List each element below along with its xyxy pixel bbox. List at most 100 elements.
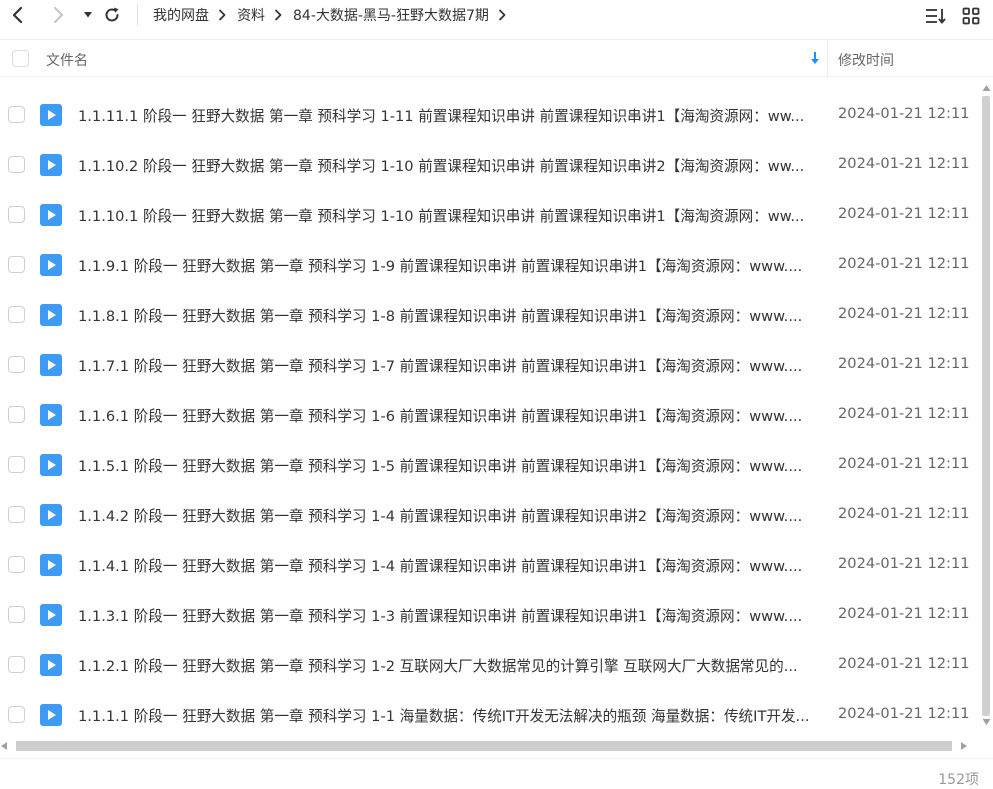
file-row[interactable]: 1.1.8.1 阶段一 狂野大数据 第一章 预科学习 1-8 前置课程知识串讲 … [0, 290, 980, 340]
grid-icon [962, 7, 980, 25]
scroll-left-arrow-icon[interactable] [0, 741, 8, 751]
video-file-icon [40, 204, 62, 226]
vertical-scroll-thumb[interactable] [982, 96, 990, 716]
file-name[interactable]: 1.1.6.1 阶段一 狂野大数据 第一章 预科学习 1-6 前置课程知识串讲 … [78, 405, 818, 426]
row-checkbox[interactable] [8, 456, 25, 473]
file-modified-time: 2024-01-21 12:11 [838, 255, 970, 272]
video-file-icon [40, 304, 62, 326]
file-name[interactable]: 1.1.1.1 阶段一 狂野大数据 第一章 预科学习 1-1 海量数据：传统IT… [78, 705, 818, 726]
row-checkbox[interactable] [8, 606, 25, 623]
file-modified-time: 2024-01-21 12:11 [838, 355, 970, 372]
file-modified-time: 2024-01-21 12:11 [838, 705, 970, 722]
video-file-icon [40, 554, 62, 576]
row-checkbox[interactable] [8, 706, 25, 723]
grid-view-button[interactable] [960, 5, 982, 27]
file-name[interactable]: 1.1.9.1 阶段一 狂野大数据 第一章 预科学习 1-9 前置课程知识串讲 … [78, 255, 818, 276]
row-checkbox[interactable] [8, 406, 25, 423]
video-file-icon [40, 404, 62, 426]
row-checkbox[interactable] [8, 156, 25, 173]
row-checkbox[interactable] [8, 256, 25, 273]
item-count: 152项 [938, 772, 979, 788]
breadcrumb-separator-icon [218, 9, 226, 21]
refresh-icon [105, 7, 119, 22]
list-header: 文件名 修改时间 [0, 39, 993, 77]
history-dropdown-button[interactable] [76, 3, 100, 27]
file-name[interactable]: 1.1.8.1 阶段一 狂野大数据 第一章 预科学习 1-8 前置课程知识串讲 … [78, 305, 818, 326]
file-row[interactable]: 1.1.2.1 阶段一 狂野大数据 第一章 预科学习 1-2 互联网大厂大数据常… [0, 640, 980, 690]
video-file-icon [40, 354, 62, 376]
row-checkbox[interactable] [8, 106, 25, 123]
toolbar-divider [137, 4, 138, 26]
video-file-icon [40, 504, 62, 526]
file-modified-time: 2024-01-21 12:11 [838, 555, 970, 572]
scroll-up-arrow-icon[interactable] [982, 84, 991, 92]
column-header-modified-time[interactable]: 修改时间 [838, 50, 894, 70]
scroll-down-arrow-icon[interactable] [982, 718, 991, 726]
video-file-icon [40, 254, 62, 276]
file-row[interactable]: 1.1.5.1 阶段一 狂野大数据 第一章 预科学习 1-5 前置课程知识串讲 … [0, 440, 980, 490]
file-name[interactable]: 1.1.4.2 阶段一 狂野大数据 第一章 预科学习 1-4 前置课程知识串讲 … [78, 505, 818, 526]
file-row[interactable]: 1.1.4.1 阶段一 狂野大数据 第一章 预科学习 1-4 前置课程知识串讲 … [0, 540, 980, 590]
file-row[interactable]: 1.1.9.1 阶段一 狂野大数据 第一章 预科学习 1-9 前置课程知识串讲 … [0, 240, 980, 290]
row-checkbox[interactable] [8, 556, 25, 573]
vertical-scrollbar[interactable] [980, 84, 993, 734]
video-file-icon [40, 604, 62, 626]
file-row[interactable]: 1.1.10.2 阶段一 狂野大数据 第一章 预科学习 1-10 前置课程知识串… [0, 140, 980, 190]
file-name[interactable]: 1.1.4.1 阶段一 狂野大数据 第一章 预科学习 1-4 前置课程知识串讲 … [78, 555, 818, 576]
file-row[interactable]: 1.1.1.1 阶段一 狂野大数据 第一章 预科学习 1-1 海量数据：传统IT… [0, 690, 980, 740]
file-row[interactable]: 1.1.3.1 阶段一 狂野大数据 第一章 预科学习 1-3 前置课程知识串讲 … [0, 590, 980, 640]
column-divider[interactable] [827, 40, 828, 77]
file-name[interactable]: 1.1.10.1 阶段一 狂野大数据 第一章 预科学习 1-10 前置课程知识串… [78, 205, 818, 226]
file-name[interactable]: 1.1.10.2 阶段一 狂野大数据 第一章 预科学习 1-10 前置课程知识串… [78, 155, 818, 176]
chevron-right-icon [54, 7, 63, 23]
refresh-button[interactable] [100, 3, 124, 27]
breadcrumb-separator-icon [498, 9, 506, 21]
breadcrumb-item-materials[interactable]: 资料 [237, 5, 265, 25]
breadcrumb-separator-icon [274, 9, 282, 21]
forward-button[interactable] [46, 3, 70, 27]
file-modified-time: 2024-01-21 12:11 [838, 305, 970, 322]
sort-descending-icon[interactable] [808, 51, 822, 65]
caret-down-icon [84, 12, 92, 18]
file-modified-time: 2024-01-21 12:11 [838, 605, 970, 622]
file-modified-time: 2024-01-21 12:11 [838, 655, 970, 672]
file-row[interactable]: 1.1.4.2 阶段一 狂野大数据 第一章 预科学习 1-4 前置课程知识串讲 … [0, 490, 980, 540]
file-modified-time: 2024-01-21 12:11 [838, 455, 970, 472]
horizontal-scrollbar[interactable] [0, 738, 975, 754]
breadcrumb-item-current-folder[interactable]: 84-大数据-黑马-狂野大数据7期 [293, 5, 489, 25]
row-checkbox[interactable] [8, 356, 25, 373]
row-checkbox[interactable] [8, 506, 25, 523]
row-checkbox[interactable] [8, 206, 25, 223]
file-name[interactable]: 1.1.3.1 阶段一 狂野大数据 第一章 预科学习 1-3 前置课程知识串讲 … [78, 605, 818, 626]
file-modified-time: 2024-01-21 12:11 [838, 505, 970, 522]
file-row[interactable]: 1.1.10.1 阶段一 狂野大数据 第一章 预科学习 1-10 前置课程知识串… [0, 190, 980, 240]
file-name[interactable]: 1.1.2.1 阶段一 狂野大数据 第一章 预科学习 1-2 互联网大厂大数据常… [78, 655, 818, 676]
video-file-icon [40, 654, 62, 676]
file-name[interactable]: 1.1.11.1 阶段一 狂野大数据 第一章 预科学习 1-11 前置课程知识串… [78, 105, 818, 126]
horizontal-scroll-thumb[interactable] [16, 741, 952, 751]
sort-order-button[interactable] [925, 5, 947, 27]
video-file-icon [40, 454, 62, 476]
file-modified-time: 2024-01-21 12:11 [838, 405, 970, 422]
status-bar: 152项 [0, 758, 993, 788]
file-row[interactable]: 1.1.7.1 阶段一 狂野大数据 第一章 预科学习 1-7 前置课程知识串讲 … [0, 340, 980, 390]
file-modified-time: 2024-01-21 12:11 [838, 205, 970, 222]
file-list: 1.1.11.1 阶段一 狂野大数据 第一章 预科学习 1-11 前置课程知识串… [0, 90, 980, 740]
video-file-icon [40, 704, 62, 726]
chevron-left-icon [12, 6, 23, 24]
scroll-right-arrow-icon[interactable] [960, 741, 968, 751]
row-checkbox[interactable] [8, 656, 25, 673]
video-file-icon [40, 104, 62, 126]
select-all-checkbox[interactable] [12, 50, 29, 67]
file-name[interactable]: 1.1.5.1 阶段一 狂野大数据 第一章 预科学习 1-5 前置课程知识串讲 … [78, 455, 818, 476]
row-checkbox[interactable] [8, 306, 25, 323]
file-row[interactable]: 1.1.11.1 阶段一 狂野大数据 第一章 预科学习 1-11 前置课程知识串… [0, 90, 980, 140]
breadcrumb: 我的网盘 资料 84-大数据-黑马-狂野大数据7期 [153, 5, 517, 25]
back-button[interactable] [6, 3, 30, 27]
breadcrumb-item-root[interactable]: 我的网盘 [153, 5, 209, 25]
file-row[interactable]: 1.1.6.1 阶段一 狂野大数据 第一章 预科学习 1-6 前置课程知识串讲 … [0, 390, 980, 440]
file-modified-time: 2024-01-21 12:11 [838, 155, 970, 172]
column-header-filename[interactable]: 文件名 [46, 50, 88, 70]
file-name[interactable]: 1.1.7.1 阶段一 狂野大数据 第一章 预科学习 1-7 前置课程知识串讲 … [78, 355, 818, 376]
file-modified-time: 2024-01-21 12:11 [838, 105, 970, 122]
